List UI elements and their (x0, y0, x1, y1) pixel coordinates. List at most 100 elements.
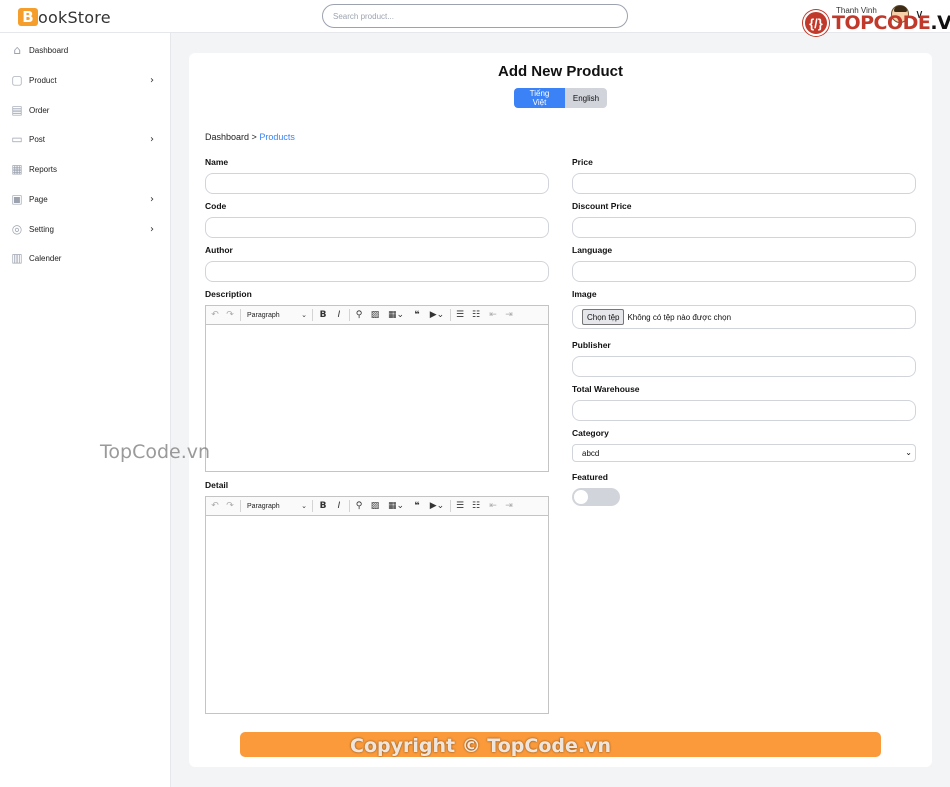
brand-logo-icon: {/} (803, 10, 829, 36)
bullet-list-icon[interactable]: ☰ (454, 308, 466, 322)
discount-price-label: Discount Price (572, 201, 632, 211)
language-label: Language (572, 245, 613, 255)
app-logo[interactable]: B ookStore (18, 6, 111, 28)
sidebar-item-order[interactable]: ▤ Order (0, 100, 171, 120)
detail-editor: ↶ ↷ Paragraph ⌄ B I ⚲ ▨ ▦⌄ ❝ ▶⌄ ☰ ☷ ⇤ ⇥ (205, 496, 549, 714)
sidebar-item-label: Dashboard (29, 45, 69, 55)
toggle-knob (573, 489, 589, 505)
detail-label: Detail (205, 480, 229, 490)
sidebar-item-label: Reports (29, 164, 58, 174)
outdent-icon[interactable]: ⇤ (487, 308, 499, 322)
media-icon[interactable]: ▶⌄ (426, 308, 448, 322)
chevron-right-icon: › (150, 193, 154, 205)
paragraph-dropdown[interactable]: Paragraph (247, 308, 287, 322)
name-label: Name (205, 157, 229, 167)
italic-icon[interactable]: I (333, 308, 345, 322)
outdent-icon[interactable]: ⇤ (487, 499, 499, 513)
sidebar-item-setting[interactable]: ◎ Setting › (0, 219, 171, 239)
link-icon[interactable]: ⚲ (353, 499, 365, 513)
featured-label: Featured (572, 472, 608, 482)
code-label: Code (205, 201, 227, 211)
bullet-list-icon[interactable]: ☰ (454, 499, 466, 513)
price-input[interactable] (572, 173, 916, 194)
category-select[interactable]: abcd ⌄ (572, 444, 916, 462)
editor-toolbar: ↶ ↷ Paragraph ⌄ B I ⚲ ▨ ▦⌄ ❝ ▶⌄ ☰ ☷ ⇤ ⇥ (206, 497, 548, 516)
clipboard-icon: ▤ (11, 103, 23, 117)
product-form-card: Add New Product Tiếng Việt English Dashb… (189, 53, 932, 767)
breadcrumb-root[interactable]: Dashboard > (205, 132, 257, 142)
name-input[interactable] (205, 173, 549, 194)
brand-logo: {/} TOPCODE.VN (803, 10, 950, 36)
top-header: B ookStore Search product... Thanh Vinh … (0, 0, 950, 36)
description-editor: ↶ ↷ Paragraph ⌄ B I ⚲ ▨ ▦⌄ ❝ ▶⌄ ☰ ☷ ⇤ ⇥ (205, 305, 549, 472)
sidebar-item-label: Setting (29, 224, 54, 234)
sidebar-item-reports[interactable]: ▦ Reports (0, 159, 171, 179)
calendar-icon: ▥ (11, 251, 23, 265)
chevron-down-icon: ⌄ (301, 311, 307, 319)
chevron-right-icon: › (150, 74, 154, 86)
chevron-right-icon: › (150, 133, 154, 145)
author-label: Author (205, 245, 233, 255)
search-input[interactable]: Search product... (322, 4, 628, 28)
italic-icon[interactable]: I (333, 499, 345, 513)
description-label: Description (205, 289, 252, 299)
table-icon[interactable]: ▦⌄ (386, 499, 406, 513)
publisher-input[interactable] (572, 356, 916, 377)
sidebar-item-page[interactable]: ▣ Page › (0, 189, 171, 209)
numbered-list-icon[interactable]: ☷ (470, 499, 482, 513)
quote-icon[interactable]: ❝ (411, 308, 423, 322)
undo-icon[interactable]: ↶ (209, 308, 221, 322)
lang-en-button[interactable]: English (565, 88, 607, 108)
sidebar: ⌂ Dashboard ▢ Product › ▤ Order ▭ Post ›… (0, 33, 171, 787)
image-label: Image (572, 289, 597, 299)
sidebar-item-label: Post (29, 134, 46, 144)
lang-vi-button[interactable]: Tiếng Việt (514, 88, 565, 108)
discount-price-input[interactable] (572, 217, 916, 238)
chevron-down-icon: ⌄ (905, 448, 912, 457)
publisher-label: Publisher (572, 340, 611, 350)
table-icon[interactable]: ▦⌄ (386, 308, 406, 322)
code-input[interactable] (205, 217, 549, 238)
total-warehouse-label: Total Warehouse (572, 384, 640, 394)
media-icon[interactable]: ▶⌄ (426, 499, 448, 513)
sidebar-item-label: Page (29, 194, 48, 204)
redo-icon[interactable]: ↷ (224, 308, 236, 322)
report-icon: ▦ (11, 162, 23, 176)
featured-toggle[interactable] (572, 488, 620, 506)
author-input[interactable] (205, 261, 549, 282)
total-warehouse-input[interactable] (572, 400, 916, 421)
sidebar-item-product[interactable]: ▢ Product › (0, 70, 171, 90)
logo-text: ookStore (38, 7, 111, 27)
breadcrumb-current[interactable]: Products (259, 132, 295, 142)
bold-icon[interactable]: B (317, 499, 329, 513)
numbered-list-icon[interactable]: ☷ (470, 308, 482, 322)
image-icon[interactable]: ▨ (369, 499, 381, 513)
watermark-copyright: Copyright © TopCode.vn (350, 735, 612, 757)
sidebar-item-label: Product (29, 75, 57, 85)
image-icon[interactable]: ▨ (369, 308, 381, 322)
language-input[interactable] (572, 261, 916, 282)
bold-icon[interactable]: B (317, 308, 329, 322)
chevron-down-icon: ⌄ (301, 502, 307, 510)
choose-file-button[interactable]: Chọn tệp (582, 309, 625, 325)
chevron-right-icon: › (150, 223, 154, 235)
brand-suffix: .VN (930, 12, 950, 34)
home-icon: ⌂ (13, 43, 21, 57)
undo-icon[interactable]: ↶ (209, 499, 221, 513)
watermark-top: TopCode.vn (100, 441, 211, 463)
sidebar-item-dashboard[interactable]: ⌂ Dashboard (0, 40, 171, 60)
quote-icon[interactable]: ❝ (411, 499, 423, 513)
cube-icon: ▢ (11, 73, 23, 87)
page-icon: ▣ (11, 192, 23, 206)
indent-icon[interactable]: ⇥ (503, 499, 515, 513)
redo-icon[interactable]: ↷ (224, 499, 236, 513)
sidebar-item-label: Order (29, 105, 50, 115)
link-icon[interactable]: ⚲ (353, 308, 365, 322)
category-selected-value: abcd (582, 448, 600, 458)
paragraph-dropdown[interactable]: Paragraph (247, 499, 287, 513)
breadcrumb: Dashboard > Products (205, 132, 295, 142)
sidebar-item-calender[interactable]: ▥ Calender (0, 248, 171, 268)
note-icon: ▭ (11, 132, 23, 146)
sidebar-item-post[interactable]: ▭ Post › (0, 129, 171, 149)
indent-icon[interactable]: ⇥ (503, 308, 515, 322)
